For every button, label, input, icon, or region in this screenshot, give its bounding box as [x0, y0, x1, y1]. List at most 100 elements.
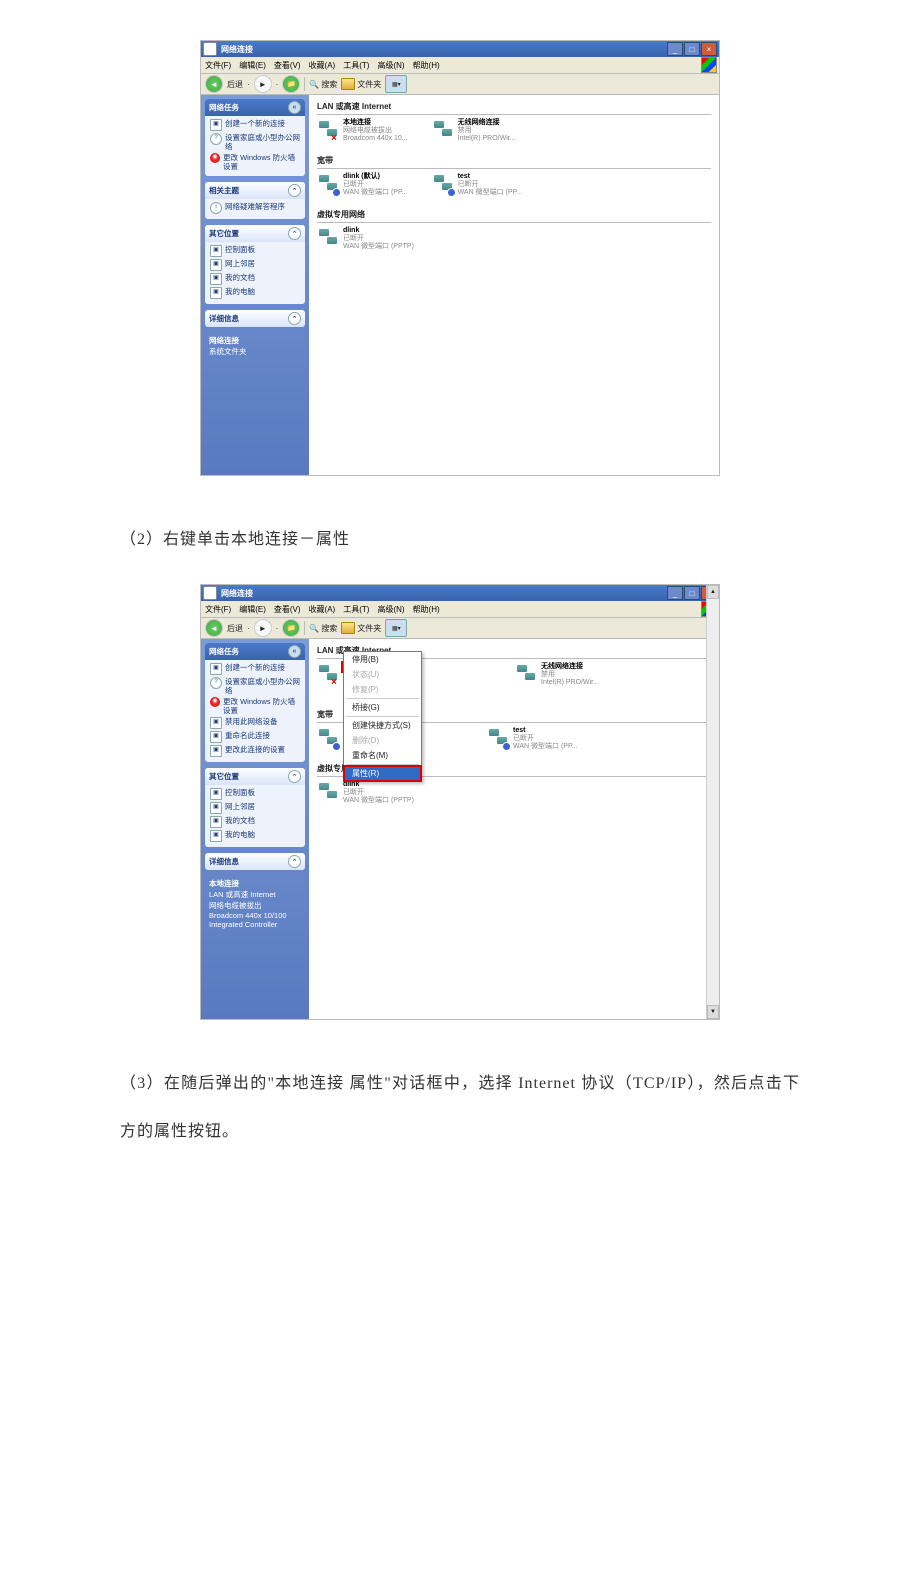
place-item[interactable]: ▣我的电脑 [210, 287, 300, 299]
menu-adv[interactable]: 高级(N) [377, 604, 404, 615]
context-menu-item[interactable]: 重命名(M) [344, 748, 421, 763]
back-label: 后退 [227, 79, 243, 90]
back-button[interactable]: ◄ [205, 75, 223, 93]
menu-help[interactable]: 帮助(H) [413, 60, 440, 71]
search-button[interactable]: 🔍搜索 [309, 79, 337, 90]
folders-button[interactable]: 文件夹 [341, 622, 381, 634]
forward-button[interactable]: ► [254, 619, 272, 637]
connection-item[interactable]: test已断开WAN 微型端口 (PP... [432, 173, 523, 197]
menu-tools[interactable]: 工具(T) [343, 60, 369, 71]
folder-icon [341, 78, 355, 90]
place-item[interactable]: ▣我的文档 [210, 273, 300, 285]
connection-icon: × [317, 663, 339, 685]
connection-item[interactable]: dlink (默认)已断开WAN 微型端口 (PP... [317, 173, 408, 197]
task-item[interactable]: ▣重命名此连接 [210, 731, 300, 743]
panel-title: 详细信息 [209, 856, 239, 867]
up-button[interactable]: 📁 [282, 619, 300, 637]
connection-icon [317, 227, 339, 249]
context-menu-item[interactable]: 停用(B) [344, 652, 421, 667]
collapse-icon[interactable]: ⌃ [288, 855, 301, 868]
search-button[interactable]: 🔍搜索 [309, 623, 337, 634]
panel-title: 其它位置 [209, 771, 239, 782]
related-item[interactable]: i网络疑难解答程序 [210, 202, 300, 214]
menu-file[interactable]: 文件(F) [205, 60, 231, 71]
context-menu-item[interactable]: 属性(R) [344, 766, 421, 781]
panel-title: 详细信息 [209, 313, 239, 324]
menu-file[interactable]: 文件(F) [205, 604, 231, 615]
forward-button[interactable]: ► [254, 75, 272, 93]
connection-icon [317, 727, 339, 749]
back-button[interactable]: ◄ [205, 619, 223, 637]
task-item[interactable]: ▣禁用此网络设备 [210, 717, 300, 729]
context-menu-item: 删除(D) [344, 733, 421, 748]
menu-view[interactable]: 查看(V) [274, 604, 301, 615]
panel-network-tasks: 网络任务« ▣创建一个新的连接 ?设置家庭或小型办公网络 ◉更改 Windows… [205, 643, 305, 762]
titlebar: 网络连接 _ □ × [201, 585, 719, 601]
place-item[interactable]: ▣控制面板 [210, 245, 300, 257]
connection-item[interactable]: dlink已断开WAN 微型端口 (PPTP) [317, 781, 414, 805]
minimize-button[interactable]: _ [667, 42, 683, 56]
place-item[interactable]: ▣我的电脑 [210, 830, 300, 842]
menu-fav[interactable]: 收藏(A) [309, 604, 336, 615]
collapse-icon[interactable]: ⌃ [288, 312, 301, 325]
context-menu-item[interactable]: 桥接(G) [344, 700, 421, 715]
task-item[interactable]: ▣更改此连接的设置 [210, 745, 300, 757]
connection-item[interactable] [317, 727, 343, 751]
collapse-icon[interactable]: ⌃ [288, 770, 301, 783]
toolbar: ◄ 后退 · ► · 📁 🔍搜索 文件夹 ▦▾ [201, 74, 719, 95]
disconnect-x-icon: × [331, 677, 341, 687]
scroll-up-button[interactable]: ▲ [707, 585, 719, 599]
minimize-button[interactable]: _ [667, 586, 683, 600]
task-item[interactable]: ?设置家庭或小型办公网络 [210, 133, 300, 151]
connection-icon: × [317, 119, 339, 141]
screenshot-2: 网络连接 _ □ × 文件(F) 编辑(E) 查看(V) 收藏(A) 工具(T)… [200, 584, 720, 1020]
disconnect-x-icon: × [331, 133, 341, 143]
connection-item[interactable]: 无线网络连接禁用Intel(R) PRO/Wir... [432, 119, 516, 143]
context-menu-item: 状态(U) [344, 667, 421, 682]
connection-icon [515, 663, 537, 685]
connection-item[interactable]: × 本地连接网络电缆被拔出Broadcom 440x 10... [317, 119, 408, 143]
task-item[interactable]: ?设置家庭或小型办公网络 [210, 677, 300, 695]
collapse-icon[interactable]: ⌃ [288, 227, 301, 240]
maximize-button[interactable]: □ [684, 586, 700, 600]
task-item[interactable]: ▣创建一个新的连接 [210, 663, 300, 675]
toolbar: ◄ 后退 · ► · 📁 🔍搜索 文件夹 ▦▾ [201, 618, 719, 639]
close-button[interactable]: × [701, 42, 717, 56]
menu-edit[interactable]: 编辑(E) [239, 604, 266, 615]
menu-fav[interactable]: 收藏(A) [309, 60, 336, 71]
connection-item[interactable]: 无线网络连接禁用Intel(R) PRO/Wir... [515, 663, 599, 697]
context-menu: 停用(B)状态(U)修复(P)桥接(G)创建快捷方式(S)删除(D)重命名(M)… [343, 651, 422, 782]
app-icon [203, 586, 217, 600]
place-item[interactable]: ▣控制面板 [210, 788, 300, 800]
view-button[interactable]: ▦▾ [385, 619, 407, 637]
maximize-button[interactable]: □ [684, 42, 700, 56]
menu-edit[interactable]: 编辑(E) [239, 60, 266, 71]
menu-help[interactable]: 帮助(H) [413, 604, 440, 615]
main-area: LAN 或高速 Internet × 本地连接 无线网络连接禁用Intel(R)… [309, 639, 719, 1019]
collapse-icon[interactable]: « [288, 645, 301, 658]
panel-details: 详细信息 ⌃ [205, 310, 305, 327]
connection-item[interactable]: test已断开WAN 微型端口 (PP... [487, 727, 578, 751]
task-item[interactable]: ◉更改 Windows 防火墙设置 [210, 697, 300, 715]
scroll-down-button[interactable]: ▼ [707, 1005, 719, 1019]
connection-icon [432, 173, 454, 195]
place-item[interactable]: ▣网上邻居 [210, 802, 300, 814]
context-menu-item[interactable]: 创建快捷方式(S) [344, 718, 421, 733]
view-button[interactable]: ▦▾ [385, 75, 407, 93]
menu-tools[interactable]: 工具(T) [343, 604, 369, 615]
collapse-icon[interactable]: ⌃ [288, 184, 301, 197]
scrollbar-vertical[interactable]: ▲ ▼ [706, 585, 719, 1019]
connection-icon [487, 727, 509, 749]
connection-item[interactable]: dlink已断开WAN 微型端口 (PPTP) [317, 227, 414, 251]
sidebar: 网络任务« ▣创建一个新的连接 ?设置家庭或小型办公网络 ◉更改 Windows… [201, 95, 309, 475]
place-item[interactable]: ▣我的文档 [210, 816, 300, 828]
task-item[interactable]: ▣创建一个新的连接 [210, 119, 300, 131]
task-item[interactable]: ◉更改 Windows 防火墙设置 [210, 153, 300, 171]
collapse-icon[interactable]: « [288, 101, 301, 114]
menu-adv[interactable]: 高级(N) [377, 60, 404, 71]
up-button[interactable]: 📁 [282, 75, 300, 93]
folders-button[interactable]: 文件夹 [341, 78, 381, 90]
menu-view[interactable]: 查看(V) [274, 60, 301, 71]
titlebar: 网络连接 _ □ × [201, 41, 719, 57]
place-item[interactable]: ▣网上邻居 [210, 259, 300, 271]
